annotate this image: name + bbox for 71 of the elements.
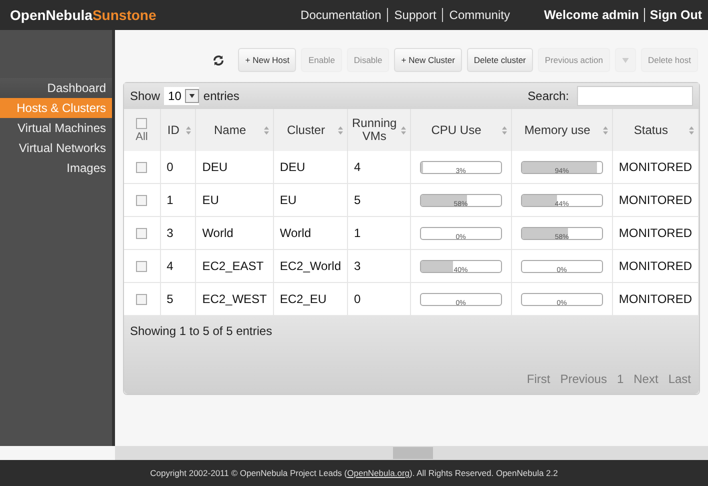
table-cell: EC2_EAST <box>202 259 264 273</box>
table-cell: 0 <box>354 292 361 306</box>
page-size-select[interactable]: 10 <box>164 87 200 105</box>
column-header[interactable]: Cluster <box>273 109 348 151</box>
checkbox[interactable] <box>136 195 148 206</box>
sort-icon <box>400 126 406 134</box>
website-link[interactable]: OpenNebula.org <box>347 468 410 478</box>
checkbox[interactable] <box>136 261 148 272</box>
horizontal-scrollbar[interactable] <box>115 446 708 460</box>
table-cell: 3 <box>354 259 361 273</box>
table-cell: MONITORED <box>618 226 692 240</box>
header-link[interactable]: Community <box>442 8 516 22</box>
table-cell: 4 <box>354 160 361 174</box>
column-header[interactable]: ID <box>160 109 196 151</box>
sidebar-item[interactable]: Virtual Networks <box>0 138 112 158</box>
table-cell: MONITORED <box>618 160 692 174</box>
sidebar-item[interactable]: Dashboard <box>0 78 112 98</box>
table-cell: DEU <box>280 160 306 174</box>
table-cell: 0 <box>166 160 174 174</box>
sign-out-link[interactable]: Sign Out <box>644 8 702 22</box>
select-all-label: All <box>136 130 148 142</box>
table-cell: 1 <box>166 193 174 207</box>
column-header[interactable]: Name <box>196 109 274 151</box>
sort-icon <box>502 126 507 134</box>
header-link[interactable]: Support <box>387 8 442 22</box>
header-link[interactable]: Documentation <box>294 8 388 22</box>
table-cell: 4 <box>166 259 174 273</box>
table-cell: EU <box>280 193 297 207</box>
checkbox[interactable] <box>136 118 148 128</box>
sort-icon <box>602 126 608 134</box>
table-cell: 5 <box>166 292 174 306</box>
sort-icon <box>689 126 694 134</box>
toolbar-button[interactable]: Delete cluster <box>466 48 533 72</box>
search-label: Search: <box>528 89 569 103</box>
table-cell: MONITORED <box>618 259 692 273</box>
checkbox[interactable] <box>136 228 148 240</box>
sidebar-item[interactable]: Images <box>0 158 112 178</box>
caret-icon <box>189 94 196 98</box>
table-cell: DEU <box>202 160 228 174</box>
table-cell: EC2_WEST <box>202 292 267 306</box>
copyright-text: Copyright 2002-2011 © OpenNebula Project Leads (OpenNebula.org). All Rights Reserved. OpenNebula 2.2 <box>150 468 558 478</box>
refresh-icon[interactable] <box>212 54 226 66</box>
search-field[interactable] <box>577 86 693 106</box>
table-cell: MONITORED <box>618 193 692 207</box>
toolbar-button[interactable]: + New Host <box>238 48 296 72</box>
checkbox[interactable] <box>136 162 148 174</box>
table-cell: 1 <box>354 226 361 240</box>
table-cell: 5 <box>354 193 361 207</box>
toolbar-button[interactable]: + New Cluster <box>394 48 462 72</box>
table-cell: EC2_World <box>280 259 342 273</box>
column-header[interactable]: Running VMs <box>348 109 410 151</box>
table-cell: 3 <box>166 226 174 240</box>
table-cell: World <box>280 226 311 240</box>
table-cell: World <box>202 226 234 240</box>
show-label: Show <box>130 89 160 103</box>
checkbox[interactable] <box>136 294 148 306</box>
table-cell: EC2_EU <box>280 292 327 306</box>
table-info-text: Showing 1 to 5 of 5 entries <box>130 324 272 338</box>
table-cell: EU <box>202 193 219 207</box>
welcome-text: Welcome admin <box>544 8 645 22</box>
sort-icon <box>338 126 344 134</box>
column-header[interactable]: Status <box>612 109 698 151</box>
column-header[interactable]: Memory use <box>511 109 612 151</box>
sort-icon <box>264 126 269 134</box>
sidebar-item[interactable]: Virtual Machines <box>0 118 112 138</box>
sort-icon <box>186 126 192 134</box>
column-header[interactable]: CPU Use <box>410 109 512 151</box>
caret-icon <box>622 58 629 63</box>
table-cell: MONITORED <box>618 292 692 306</box>
app-logo: OpenNebulaSunstone <box>10 7 156 23</box>
entries-label: entries <box>203 89 240 103</box>
